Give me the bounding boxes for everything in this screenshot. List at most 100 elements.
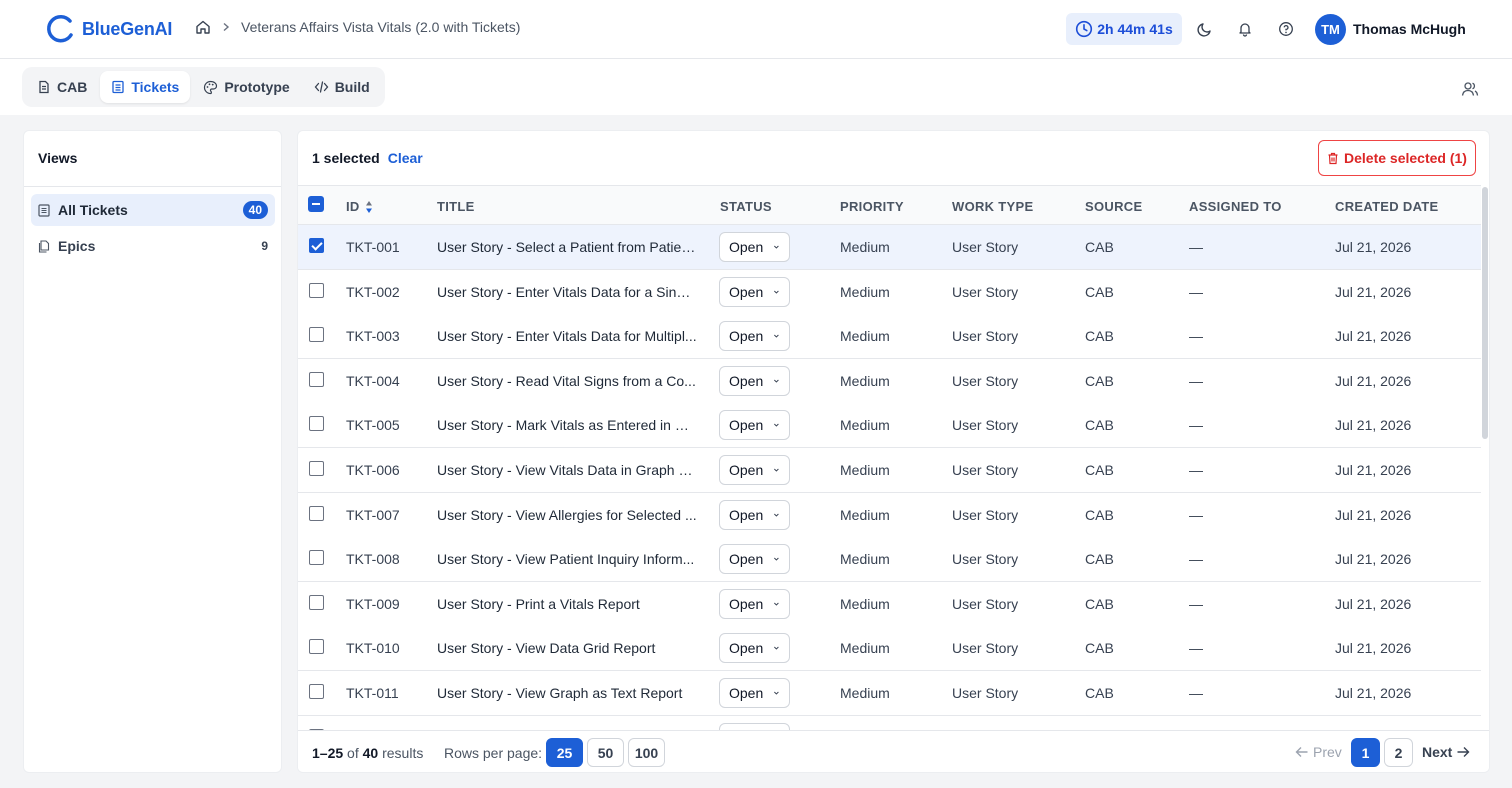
cell-title[interactable]: User Story - Print a Vitals Report xyxy=(437,596,697,612)
column-header-source[interactable]: SOURCE xyxy=(1085,199,1142,214)
cell-created-date: Jul 21, 2026 xyxy=(1335,328,1412,345)
delete-selected-button[interactable]: Delete selected (1) xyxy=(1318,140,1476,176)
cell-title[interactable]: User Story - Read Vital Signs from a Co.… xyxy=(437,373,697,389)
dark-mode-icon[interactable] xyxy=(1195,19,1215,39)
tab-build[interactable]: Build xyxy=(303,71,381,103)
cell-id[interactable]: TKT-006 xyxy=(346,462,400,478)
table-row[interactable]: TKT-008 User Story - View Patient Inquiry… xyxy=(298,537,1481,583)
cell-title[interactable]: User Story - View Allergies for Selected… xyxy=(437,507,697,523)
row-checkbox[interactable] xyxy=(309,327,324,343)
row-checkbox[interactable] xyxy=(309,371,324,387)
users-icon[interactable] xyxy=(1461,80,1479,98)
user-name[interactable]: Thomas McHugh xyxy=(1353,21,1466,37)
row-checkbox[interactable] xyxy=(309,238,324,253)
help-icon[interactable] xyxy=(1276,19,1296,39)
column-header-assigned-to[interactable]: ASSIGNED TO xyxy=(1189,199,1282,214)
status-value: Open xyxy=(729,640,764,657)
tab-cab[interactable]: CAB xyxy=(26,71,98,103)
cell-source: CAB xyxy=(1085,595,1114,612)
cell-title[interactable]: User Story - Select a Patient from Patie… xyxy=(437,239,697,255)
row-checkbox[interactable] xyxy=(309,461,324,476)
cell-id[interactable]: TKT-008 xyxy=(346,551,400,567)
cell-title[interactable]: User Story - Mark Vitals as Entered in E… xyxy=(437,417,697,433)
table-row[interactable]: TKT-004 User Story - Read Vital Signs fro… xyxy=(298,358,1481,404)
status-select[interactable]: Open xyxy=(719,232,790,262)
status-select[interactable]: Open xyxy=(719,455,790,485)
table-row[interactable]: TKT-005 User Story - Mark Vitals as Enter… xyxy=(298,403,1481,449)
status-select[interactable]: Open xyxy=(719,321,790,352)
status-select[interactable]: Open xyxy=(719,588,790,619)
bell-icon[interactable] xyxy=(1235,19,1255,39)
status-select[interactable]: Open xyxy=(719,633,790,664)
table-header: ID TITLE STATUS PRIORITY WORK TYPE SOURC… xyxy=(298,185,1481,225)
column-header-id[interactable]: ID xyxy=(346,199,373,214)
status-select[interactable]: Open xyxy=(719,410,790,441)
cell-id[interactable]: TKT-010 xyxy=(346,640,400,656)
cell-id[interactable]: TKT-003 xyxy=(346,328,400,344)
rows-per-page-100[interactable]: 100 xyxy=(628,738,665,767)
table-row[interactable]: TKT-009 User Story - Print a Vitals Repor… xyxy=(298,581,1481,627)
brand-logo[interactable]: BlueGenAI xyxy=(44,13,172,45)
table-row[interactable]: TKT-001 User Story - Select a Patient fro… xyxy=(298,225,1481,270)
cell-title[interactable]: User Story - Enter Vitals Data for a Sin… xyxy=(437,284,697,300)
row-checkbox[interactable] xyxy=(309,416,324,432)
cell-id[interactable]: TKT-007 xyxy=(346,507,400,523)
cell-source: CAB xyxy=(1085,417,1114,434)
cell-id[interactable]: TKT-004 xyxy=(346,373,400,389)
prev-page-button[interactable]: Prev xyxy=(1295,744,1342,760)
row-checkbox[interactable] xyxy=(309,594,324,610)
status-value: Open xyxy=(729,283,764,300)
tab-prototype[interactable]: Prototype xyxy=(192,71,300,103)
status-select[interactable]: Open xyxy=(719,544,790,575)
row-checkbox[interactable] xyxy=(309,282,324,298)
status-select[interactable]: Open xyxy=(719,276,790,307)
select-all-checkbox[interactable] xyxy=(308,196,324,212)
cell-priority: Medium xyxy=(840,239,890,255)
column-header-work-type[interactable]: WORK TYPE xyxy=(952,199,1033,214)
status-select[interactable]: Open xyxy=(719,678,790,708)
table-row[interactable]: TKT-011 User Story - View Graph as Text R… xyxy=(298,671,1481,716)
cell-title[interactable]: User Story - View Vitals Data in Graph a… xyxy=(437,462,697,478)
breadcrumb-project[interactable]: Veterans Affairs Vista Vitals (2.0 with … xyxy=(241,19,520,35)
avatar[interactable]: TM xyxy=(1315,14,1346,45)
column-header-title[interactable]: TITLE xyxy=(437,199,475,214)
status-select[interactable] xyxy=(719,722,790,730)
row-checkbox[interactable] xyxy=(309,550,324,566)
status-select[interactable]: Open xyxy=(719,499,790,530)
cell-id[interactable]: TKT-009 xyxy=(346,596,400,612)
status-select[interactable]: Open xyxy=(719,365,790,396)
cell-title[interactable]: User Story - View Patient Inquiry Inform… xyxy=(437,551,697,567)
clear-selection-button[interactable]: Clear xyxy=(388,150,423,166)
cell-work-type: User Story xyxy=(952,506,1019,523)
table-scrollbar[interactable] xyxy=(1482,187,1488,439)
cell-id[interactable]: TKT-011 xyxy=(346,685,399,701)
row-checkbox[interactable] xyxy=(309,684,324,699)
cell-id[interactable]: TKT-001 xyxy=(346,239,400,255)
row-checkbox[interactable] xyxy=(309,505,324,521)
rows-per-page-50[interactable]: 50 xyxy=(587,738,624,767)
column-header-created-date[interactable]: CREATED DATE xyxy=(1335,199,1439,214)
column-header-priority[interactable]: PRIORITY xyxy=(840,199,904,214)
view-all-tickets[interactable]: All Tickets 40 xyxy=(31,194,275,226)
view-epics[interactable]: Epics 9 xyxy=(31,230,275,262)
cell-title[interactable]: User Story - View Graph as Text Report xyxy=(437,685,697,701)
cell-id[interactable]: TKT-005 xyxy=(346,417,400,433)
rows-per-page-25[interactable]: 25 xyxy=(546,738,583,767)
table-row[interactable] xyxy=(298,715,1481,730)
cell-title[interactable]: User Story - View Data Grid Report xyxy=(437,640,697,656)
table-row[interactable]: TKT-010 User Story - View Data Grid Repor… xyxy=(298,626,1481,672)
page-1-button[interactable]: 1 xyxy=(1351,738,1380,767)
table-row[interactable]: TKT-007 User Story - View Allergies for S… xyxy=(298,492,1481,538)
next-page-button[interactable]: Next xyxy=(1422,744,1470,760)
page-2-button[interactable]: 2 xyxy=(1384,738,1413,767)
cell-priority: Medium xyxy=(840,640,890,657)
cell-title[interactable]: User Story - Enter Vitals Data for Multi… xyxy=(437,328,697,344)
tab-tickets[interactable]: Tickets xyxy=(100,71,191,103)
column-header-status[interactable]: STATUS xyxy=(720,199,772,214)
table-row[interactable]: TKT-003 User Story - Enter Vitals Data fo… xyxy=(298,314,1481,360)
home-icon[interactable] xyxy=(195,19,211,35)
cell-id[interactable]: TKT-002 xyxy=(346,284,400,300)
table-row[interactable]: TKT-002 User Story - Enter Vitals Data fo… xyxy=(298,269,1481,315)
row-checkbox[interactable] xyxy=(309,639,324,655)
table-row[interactable]: TKT-006 User Story - View Vitals Data in … xyxy=(298,448,1481,493)
